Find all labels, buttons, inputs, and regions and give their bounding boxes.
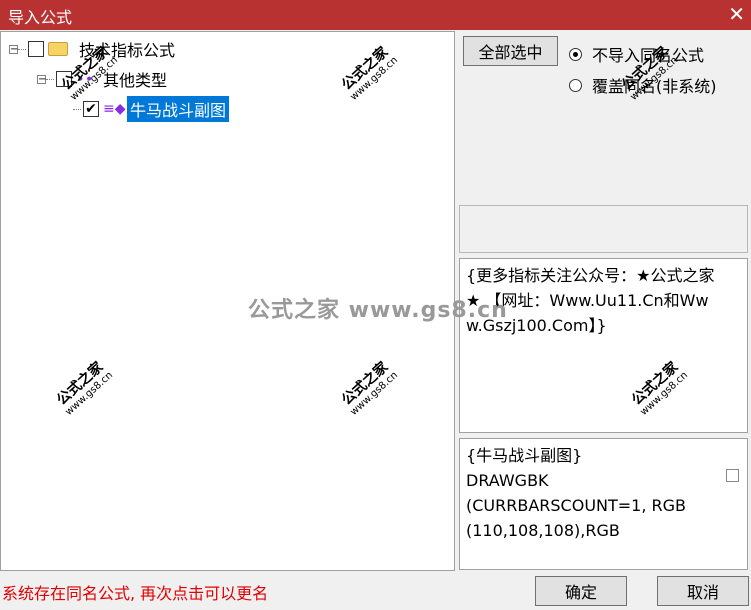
select-all-button[interactable]: 全部选中 (463, 36, 558, 66)
radio-label: 覆盖同名(非系统) (592, 77, 717, 96)
tree-node-item[interactable]: ✔ ≡◆ 牛马战斗副图 (73, 96, 230, 122)
tree-connector (73, 108, 81, 110)
tree-node-label[interactable]: 技术指标公式 (76, 36, 178, 62)
preview-checkbox[interactable] (726, 469, 739, 482)
radio-no-import[interactable]: 不导入同名公式 (569, 42, 704, 66)
radio-indicator[interactable] (569, 47, 582, 61)
preview-text: {牛马战斗副图} DRAWGBK (CURRBARSCOUNT=1, RGB (… (466, 446, 687, 540)
cancel-button[interactable]: 取消 (657, 576, 749, 606)
title-bar: 导入公式 ✕ (0, 0, 751, 30)
empty-panel (459, 205, 748, 253)
info-text: {更多指标关注公众号：★公式之家★ 【网址：Www.Uu11.Cn和Www.Gs… (466, 266, 715, 335)
radio-overwrite[interactable]: 覆盖同名(非系统) (569, 73, 717, 97)
tree-node-root[interactable]: − 技术指标公式 (9, 38, 178, 60)
radio-indicator[interactable] (569, 78, 582, 92)
dots-icon: ∙∙ (76, 71, 94, 87)
tree-connector (46, 78, 54, 80)
status-message: 系统存在同名公式, 再次点击可以更名 (2, 584, 269, 603)
window-title: 导入公式 (8, 8, 73, 27)
tree-node-label[interactable]: 牛马战斗副图 (127, 96, 230, 122)
group-checkbox[interactable] (56, 71, 72, 87)
formula-tree[interactable]: − 技术指标公式 − ∙∙ 其他类型 ✔ ≡◆ 牛马战斗副图 (0, 31, 455, 571)
ok-button[interactable]: 确定 (535, 576, 627, 606)
tree-connector (18, 48, 26, 50)
formula-preview[interactable]: {牛马战斗副图} DRAWGBK (CURRBARSCOUNT=1, RGB (… (459, 438, 748, 570)
tree-node-label[interactable]: 其他类型 (100, 66, 170, 92)
root-checkbox[interactable] (28, 41, 44, 57)
item-checkbox[interactable]: ✔ (83, 101, 99, 117)
info-panel: {更多指标关注公众号：★公式之家★ 【网址：Www.Uu11.Cn和Www.Gs… (459, 258, 748, 433)
collapse-icon[interactable]: − (37, 74, 46, 84)
formula-gem-icon: ≡◆ (103, 101, 126, 117)
close-icon[interactable]: ✕ (728, 2, 745, 26)
folder-icon (48, 42, 68, 56)
radio-label: 不导入同名公式 (592, 46, 705, 65)
collapse-icon[interactable]: − (9, 44, 18, 54)
tree-node-group[interactable]: − ∙∙ 其他类型 (37, 68, 170, 90)
